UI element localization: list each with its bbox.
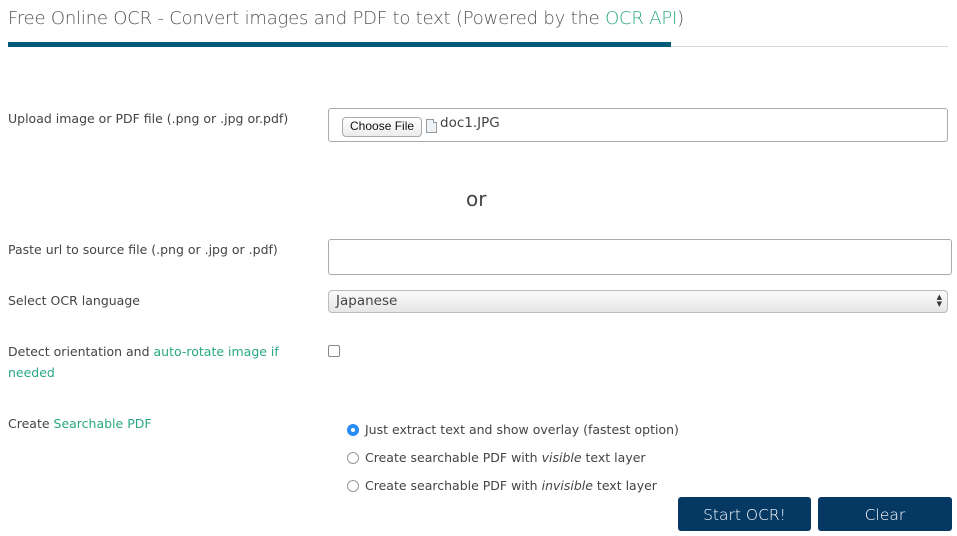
file-icon (426, 119, 437, 133)
radio-label-text: Just extract text and show overlay (fast… (365, 422, 679, 437)
radio-label-suffix: text layer (592, 478, 657, 493)
radio-label-emphasis: visible (541, 450, 582, 465)
or-divider: or (466, 187, 487, 211)
searchable-pdf-label-text: Create (8, 416, 54, 431)
select-arrows-icon: ▲ ▼ (936, 293, 942, 308)
start-ocr-button[interactable]: Start OCR! (678, 497, 811, 531)
header-progress-bar (8, 42, 671, 47)
searchable-pdf-link[interactable]: Searchable PDF (54, 416, 152, 431)
searchable-pdf-label: Create Searchable PDF (8, 413, 152, 434)
radio-button-selected[interactable] (347, 424, 359, 436)
radio-label: Create searchable PDF with visible text … (365, 450, 646, 465)
choose-file-button[interactable]: Choose File (342, 117, 423, 137)
title-suffix: ) (677, 8, 684, 29)
radio-label-emphasis: invisible (541, 478, 593, 493)
page-title: Free Online OCR - Convert images and PDF… (8, 8, 684, 29)
url-input[interactable] (328, 239, 952, 275)
radio-label: Just extract text and show overlay (fast… (365, 422, 679, 437)
radio-label-text: Create searchable PDF with (365, 450, 542, 465)
orientation-label-text: Detect orientation and (8, 344, 154, 359)
auto-rotate-checkbox[interactable] (328, 345, 340, 357)
ocr-api-link[interactable]: OCR API (605, 8, 677, 29)
radio-button[interactable] (347, 452, 359, 464)
clear-button[interactable]: Clear (818, 497, 952, 531)
url-label: Paste url to source file (.png or .jpg o… (8, 242, 278, 257)
radio-label-text: Create searchable PDF with (365, 478, 542, 493)
language-label: Select OCR language (8, 293, 140, 308)
language-select[interactable]: Japanese ▲ ▼ (328, 290, 948, 313)
orientation-label: Detect orientation and auto-rotate image… (8, 341, 298, 383)
header-divider (671, 46, 948, 47)
language-selected-value: Japanese (336, 293, 398, 309)
selected-file-name: doc1.JPG (440, 115, 500, 131)
radio-label: Create searchable PDF with invisible tex… (365, 478, 657, 493)
radio-label-suffix: text layer (581, 450, 646, 465)
title-text: Free Online OCR - Convert images and PDF… (8, 8, 606, 29)
file-upload-field[interactable]: Choose File doc1.JPG (328, 108, 948, 142)
radio-button[interactable] (347, 480, 359, 492)
upload-label: Upload image or PDF file (.png or .jpg o… (8, 111, 289, 126)
